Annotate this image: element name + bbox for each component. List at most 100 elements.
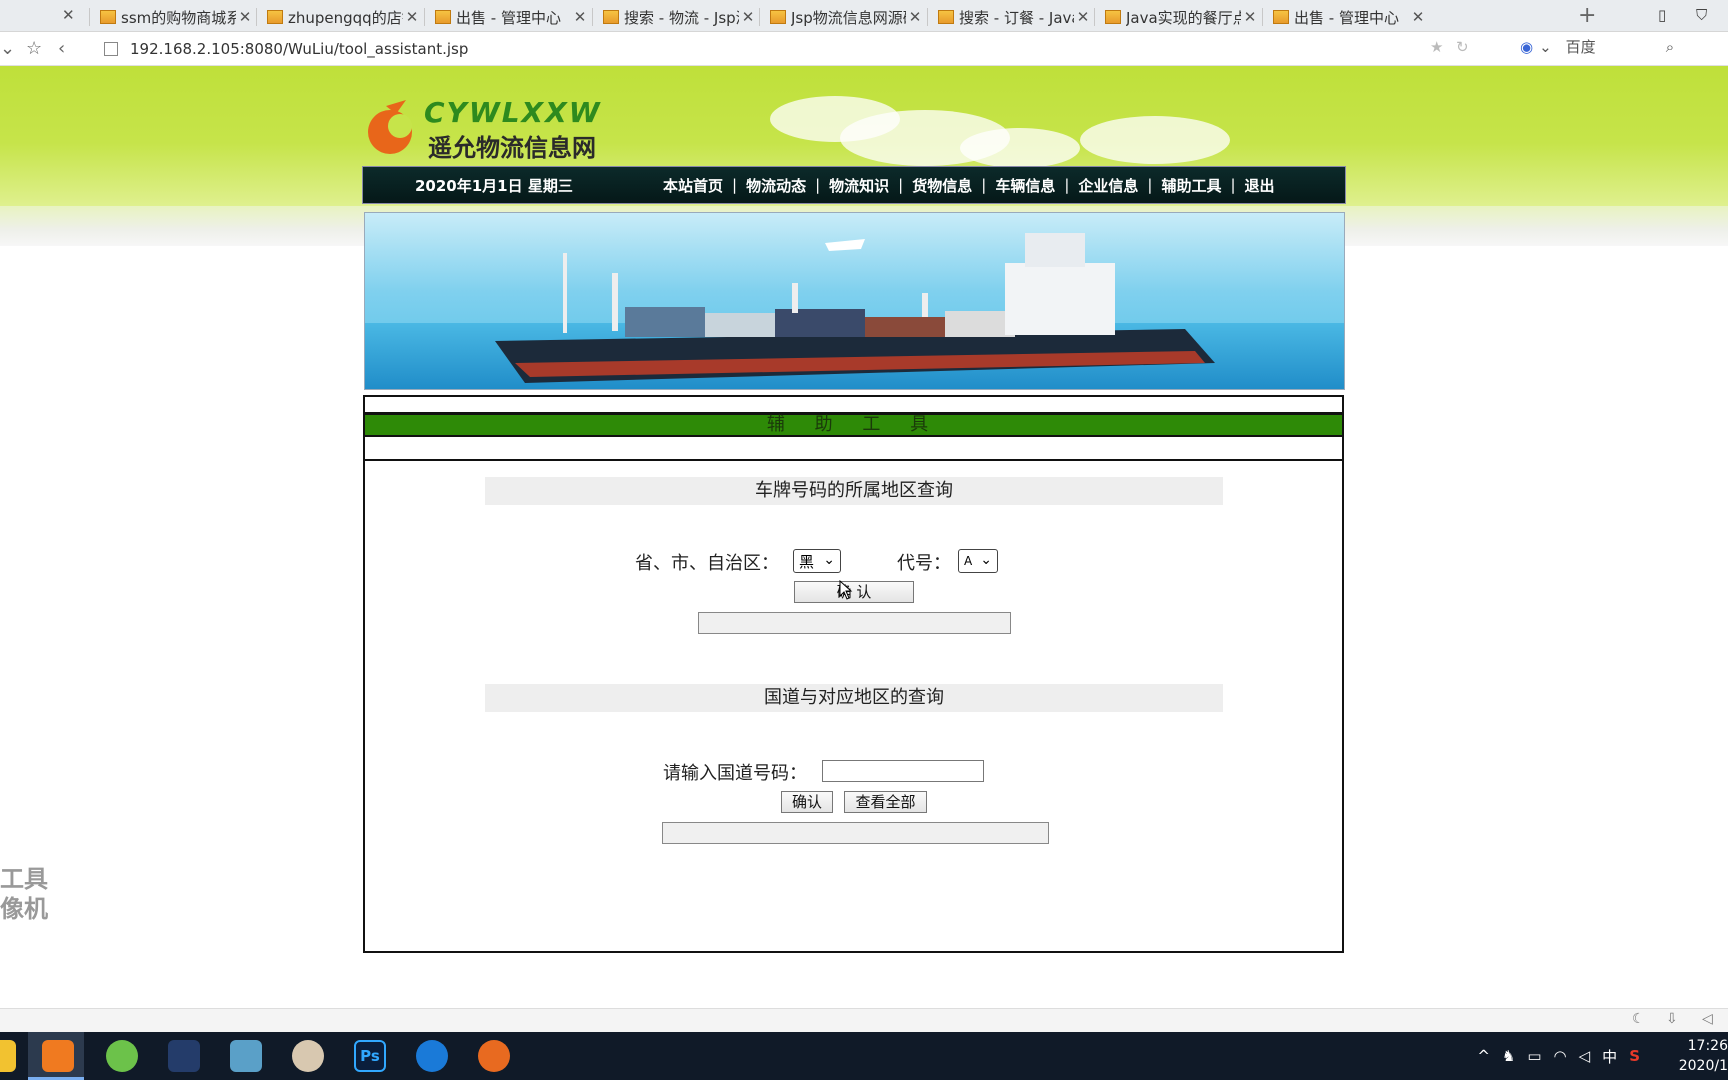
nav-menu-item[interactable]: 货物信息	[912, 175, 972, 196]
browser-tab[interactable]: 出售 - 管理中心 ✕	[427, 2, 589, 32]
browser-tab[interactable]: 出售 - 管理中心 ✕	[1265, 2, 1427, 32]
tab-separator	[592, 8, 593, 26]
tab-separator	[759, 8, 760, 26]
menu-separator: |	[1147, 176, 1153, 194]
volume-icon[interactable]: ◁	[1702, 1011, 1713, 1027]
nav-menu-item[interactable]: 物流动态	[746, 175, 806, 196]
road-confirm-button[interactable]: 确认	[781, 791, 833, 813]
battery-icon[interactable]: ▭	[1527, 1047, 1541, 1065]
notebook-icon[interactable]	[230, 1040, 262, 1072]
tab-title: 出售 - 管理中心	[456, 8, 561, 27]
ime-label[interactable]: 中	[1602, 1046, 1617, 1067]
menu-separator: |	[1064, 176, 1070, 194]
close-tab-icon[interactable]: ✕	[571, 8, 589, 26]
file-explorer-icon[interactable]	[0, 1040, 16, 1072]
uc-browser-icon[interactable]	[42, 1040, 74, 1072]
tab-title: Jsp物流信息网源码	[791, 8, 906, 27]
star-icon[interactable]: ☆	[26, 38, 42, 59]
leaf-app-icon[interactable]	[106, 1040, 138, 1072]
site-logo[interactable]: CYWLXXW 遥允物流信息网	[366, 96, 600, 162]
page-title: 辅 助 工 具	[766, 414, 941, 435]
logo-chinese: 遥允物流信息网	[428, 134, 596, 162]
teamviewer-icon[interactable]	[416, 1040, 448, 1072]
new-tab-icon[interactable]: +	[1578, 3, 1596, 28]
road-number-input[interactable]	[822, 760, 984, 782]
page-favicon-icon	[938, 10, 954, 24]
menu-separator: |	[815, 176, 821, 194]
page-favicon-icon	[770, 10, 786, 24]
web-page: CYWLXXW 遥允物流信息网 2020年1月1日 星期三 本站首页 | 物流动态 |…	[0, 66, 1728, 1008]
sogou-icon[interactable]: S	[1629, 1047, 1640, 1065]
wifi-icon[interactable]: ◠	[1554, 1047, 1567, 1065]
close-tab-icon[interactable]: ✕	[906, 8, 924, 26]
chevron-down-icon: ⌄	[823, 552, 835, 568]
watermark: 工具 像机	[0, 865, 48, 923]
province-label: 省、市、自治区：	[635, 553, 779, 574]
close-tab-icon[interactable]: ✕	[1241, 8, 1259, 26]
qq-icon[interactable]: ♞	[1502, 1047, 1515, 1065]
tool-panel: 辅 助 工 具 车牌号码的所属地区查询 省、市、自治区： 黑 ⌄ 代号： A ⌄…	[363, 395, 1344, 953]
tab-separator	[256, 8, 257, 26]
nav-menu-item[interactable]: 辅助工具	[1161, 175, 1221, 196]
close-tab-icon[interactable]: ✕	[1074, 8, 1092, 26]
browser-tab[interactable]: zhupengqq的店铺✕	[259, 2, 421, 32]
close-tab-icon[interactable]: ✕	[62, 6, 75, 24]
browser-tab[interactable]: 搜索 - 订餐 - Java ✕	[930, 2, 1092, 32]
cargo-ship-illustration	[495, 233, 1215, 383]
photoshop-icon[interactable]: Ps	[354, 1040, 386, 1072]
close-tab-icon[interactable]: ✕	[739, 8, 757, 26]
browser-status-bar: ☾ ⇩ ◁	[0, 1008, 1728, 1032]
chevron-up-icon[interactable]: ^	[1477, 1047, 1490, 1065]
close-tab-icon[interactable]: ✕	[403, 8, 421, 26]
address-bar[interactable]: 192.168.2.105:8080/WuLiu/tool_assistant.…	[104, 35, 1468, 63]
tab-title: ssm的购物商城系统	[121, 8, 236, 27]
favorite-star-icon[interactable]: ★	[1430, 38, 1443, 56]
view-all-button[interactable]: 查看全部	[844, 791, 927, 813]
browser-tab[interactable]: Jsp物流信息网源码 ✕	[762, 2, 924, 32]
search-icon[interactable]: ⌕	[1666, 38, 1674, 56]
province-select[interactable]: 黑 ⌄	[793, 549, 841, 573]
tab-separator	[89, 8, 90, 26]
menu-separator: |	[981, 176, 987, 194]
tab-separator	[1094, 8, 1095, 26]
shield-icon[interactable]: ⛉	[1696, 6, 1707, 24]
recorder-icon[interactable]	[478, 1040, 510, 1072]
nav-menu-item[interactable]: 企业信息	[1078, 175, 1138, 196]
s-app-icon[interactable]	[168, 1040, 200, 1072]
page-favicon-icon	[1273, 10, 1289, 24]
banner-image	[364, 212, 1345, 390]
speaker-icon[interactable]: ◁	[1579, 1047, 1591, 1065]
browser-tab-strip: ✕ ssm的购物商城系统✕zhupengqq的店铺✕出售 - 管理中心✕搜索 -…	[0, 0, 1728, 32]
nav-menu-item[interactable]: 物流知识	[829, 175, 889, 196]
tab-title: 搜索 - 订餐 - Java	[959, 8, 1074, 27]
code-select[interactable]: A ⌄	[958, 549, 998, 573]
close-tab-icon[interactable]: ✕	[1409, 8, 1427, 26]
window-control-icon[interactable]: ▯	[1658, 6, 1666, 24]
browser-tab[interactable]: ssm的购物商城系统✕	[92, 2, 254, 32]
refresh-icon[interactable]: ↻	[1456, 38, 1469, 56]
moon-icon[interactable]: ☾	[1632, 1011, 1645, 1027]
browser-tab[interactable]: Java实现的餐厅点餐✕	[1097, 2, 1259, 32]
close-tab-icon[interactable]: ✕	[236, 8, 254, 26]
search-box[interactable]: ◉ ⌄ 百度 ⌕	[1520, 36, 1674, 57]
animal-app-icon[interactable]	[292, 1040, 324, 1072]
clock[interactable]: 17:26 2020/1	[1656, 1036, 1728, 1076]
back-icon[interactable]: ‹	[58, 38, 65, 59]
chevron-down-icon[interactable]: ⌄	[0, 38, 15, 59]
tab-title: Java实现的餐厅点餐	[1126, 8, 1241, 27]
nav-menu-item[interactable]: 车辆信息	[995, 175, 1055, 196]
page-favicon-icon	[267, 10, 283, 24]
tab-title: zhupengqq的店铺	[288, 8, 403, 27]
plate-confirm-button[interactable]: 确 认	[794, 581, 914, 603]
nav-menu-item[interactable]: 退出	[1245, 175, 1275, 196]
main-navbar: 2020年1月1日 星期三 本站首页 | 物流动态 | 物流知识 | 货物信息 | 车辆信息 | 企…	[362, 166, 1346, 204]
tab-separator	[424, 8, 425, 26]
clock-date: 2020/1	[1678, 1058, 1728, 1074]
tab-title: 出售 - 管理中心	[1294, 8, 1399, 27]
mouse-cursor-icon	[839, 580, 853, 600]
system-tray: ^ ♞ ▭ ◠ ◁ 中 S	[1471, 1032, 1646, 1080]
tab-separator	[927, 8, 928, 26]
download-icon[interactable]: ⇩	[1666, 1011, 1678, 1027]
browser-tab[interactable]: 搜索 - 物流 - Jsp源 ✕	[595, 2, 757, 32]
nav-menu-item[interactable]: 本站首页	[663, 175, 723, 196]
